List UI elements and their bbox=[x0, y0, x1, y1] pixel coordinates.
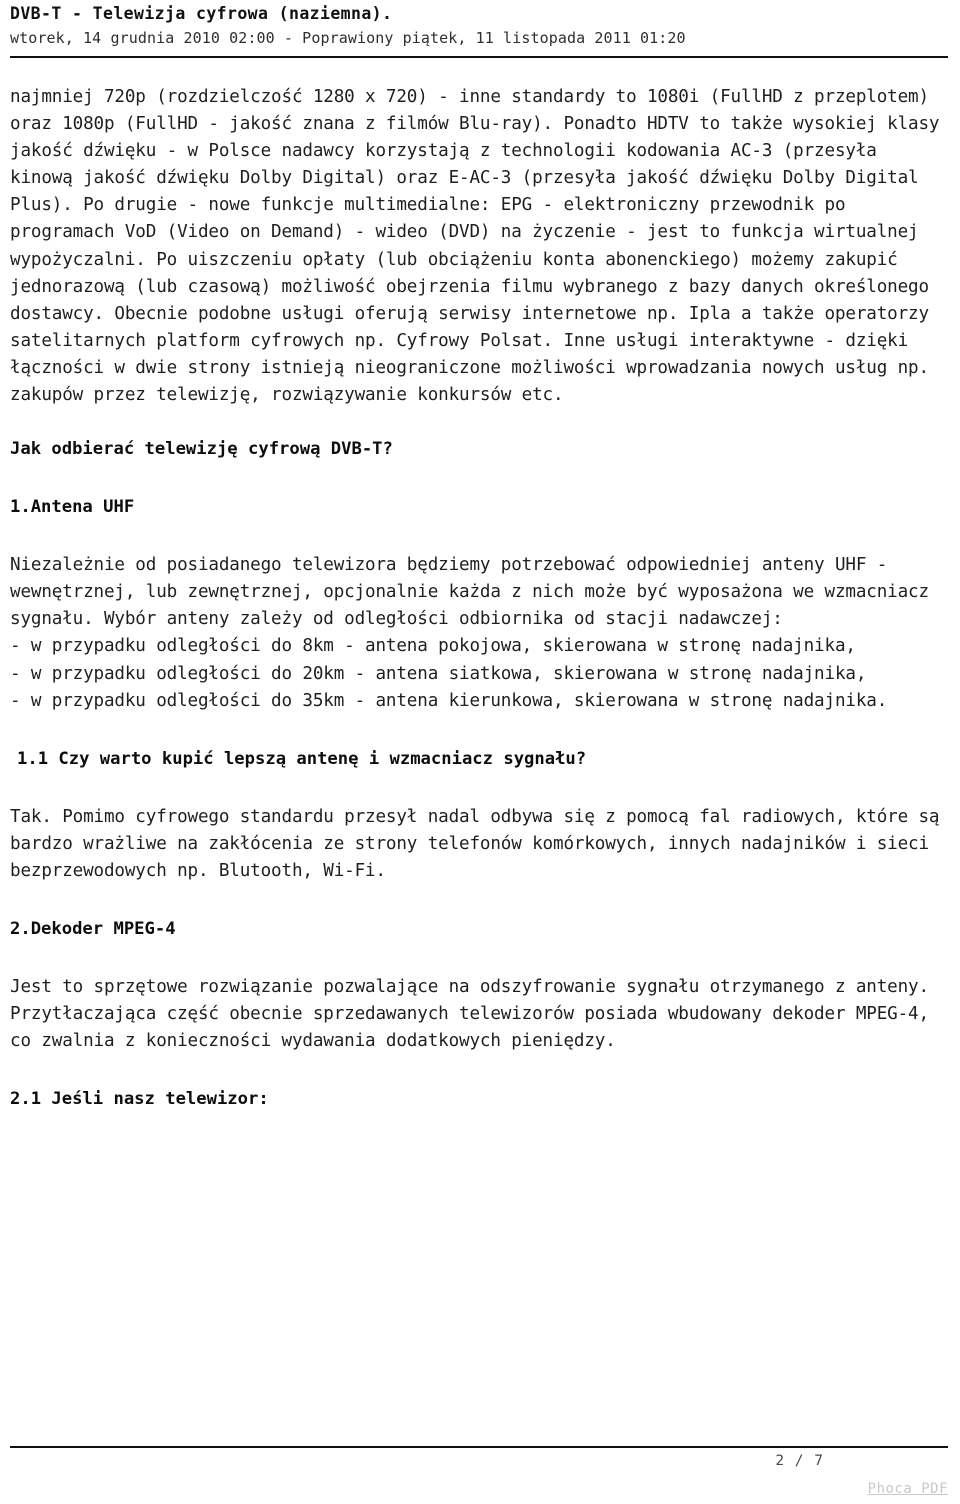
document-title: DVB-T - Telewizja cyfrowa (naziemna). bbox=[10, 4, 393, 23]
header-divider bbox=[10, 56, 948, 58]
document-page: DVB-T - Telewizja cyfrowa (naziemna). wt… bbox=[0, 0, 960, 1504]
document-header: DVB-T - Telewizja cyfrowa (naziemna). wt… bbox=[10, 0, 948, 58]
list-item-distance-8km: - w przypadku odległości do 8km - antena… bbox=[10, 636, 856, 657]
document-footer: 2 / 7 Phoca PDF bbox=[10, 1446, 948, 1498]
page-number: 2 / 7 bbox=[775, 1453, 824, 1469]
list-item-distance-20km: - w przypadku odległości do 20km - anten… bbox=[10, 663, 867, 684]
document-date-line: wtorek, 14 grudnia 2010 02:00 - Poprawio… bbox=[10, 29, 686, 47]
heading-section-1-1-better-antenna: 1.1 Czy warto kupić lepszą antenę i wzma… bbox=[17, 748, 587, 769]
heading-how-to-receive: Jak odbierać telewizję cyfrową DVB-T? bbox=[10, 439, 393, 460]
heading-section-2-decoder: 2.Dekoder MPEG-4 bbox=[10, 918, 176, 939]
paragraph-decoder: Jest to sprzętowe rozwiązanie pozwalając… bbox=[10, 976, 940, 1052]
paragraph-better-antenna-answer: Tak. Pomimo cyfrowego standardu przesył … bbox=[10, 806, 950, 881]
paragraph-intro: najmniej 720p (rozdzielczość 1280 x 720)… bbox=[10, 87, 950, 406]
document-body: najmniej 720p (rozdzielczość 1280 x 720)… bbox=[10, 84, 948, 1113]
heading-section-1-antenna: 1.Antena UHF bbox=[10, 497, 135, 518]
phoca-pdf-link[interactable]: Phoca PDF bbox=[10, 1472, 948, 1498]
paragraph-antenna-intro: Niezależnie od posiadanego telewizora bę… bbox=[10, 555, 940, 630]
heading-section-2-1-if-tv: 2.1 Jeśli nasz telewizor: bbox=[10, 1089, 269, 1110]
list-item-distance-35km: - w przypadku odległości do 35km - anten… bbox=[10, 690, 888, 711]
